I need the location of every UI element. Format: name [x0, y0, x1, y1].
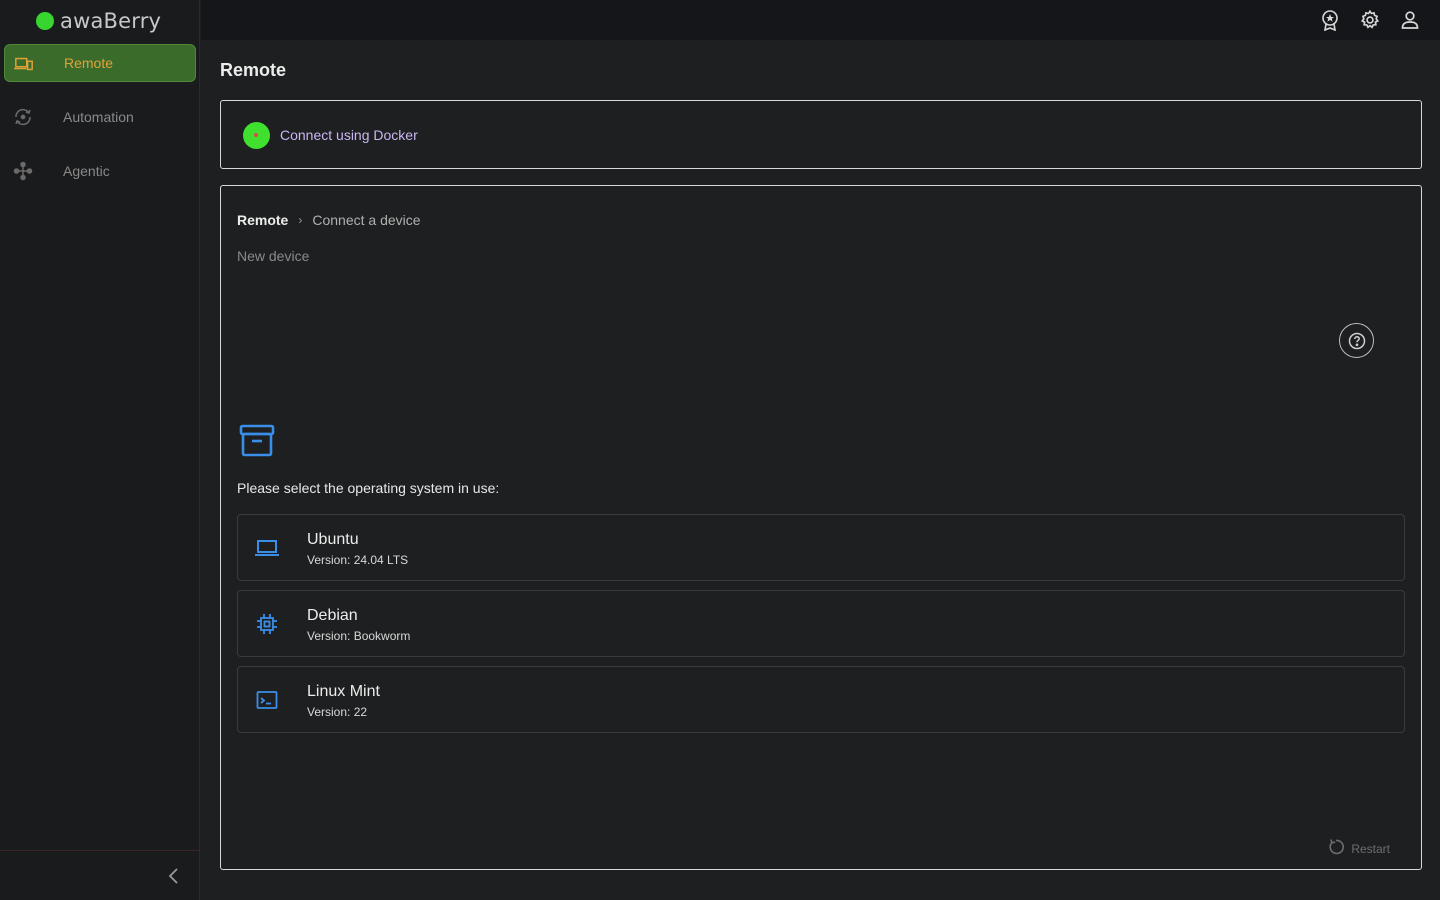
breadcrumb: Remote › Connect a device: [237, 212, 421, 228]
sidebar-item-label: Automation: [63, 109, 134, 125]
breadcrumb-root[interactable]: Remote: [237, 212, 288, 228]
agentic-icon: [13, 161, 33, 181]
archive-icon: [239, 423, 275, 459]
os-prompt: Please select the operating system in us…: [237, 480, 500, 496]
chip-icon: [254, 611, 280, 637]
connect-device-wizard: Remote › Connect a device New device Ple…: [220, 185, 1422, 870]
restart-button[interactable]: Restart: [1327, 838, 1390, 859]
sidebar-footer: [0, 850, 199, 900]
top-bar: [201, 0, 1440, 40]
os-option-debian[interactable]: Debian Version: Bookworm: [237, 590, 1405, 657]
connect-docker-label: Connect using Docker: [280, 127, 418, 143]
sidebar-item-remote[interactable]: Remote: [4, 44, 196, 82]
restart-icon: [1327, 838, 1345, 859]
sidebar-item-label: Agentic: [63, 163, 110, 179]
os-option-ubuntu[interactable]: Ubuntu Version: 24.04 LTS: [237, 514, 1405, 581]
app-logo[interactable]: awaBerry: [0, 0, 199, 42]
wizard-subtitle: New device: [237, 248, 310, 264]
automation-icon: [13, 107, 33, 127]
docker-status-icon: [243, 122, 270, 149]
award-icon[interactable]: [1319, 9, 1341, 31]
breadcrumb-current: Connect a device: [312, 212, 421, 228]
chevron-right-icon: ›: [298, 213, 303, 227]
os-name: Linux Mint: [307, 683, 380, 700]
help-icon[interactable]: [1339, 323, 1374, 358]
terminal-icon: [254, 687, 280, 713]
logo-dot-icon: [36, 12, 54, 30]
sidebar-item-agentic[interactable]: Agentic: [4, 152, 196, 190]
os-option-linux-mint[interactable]: Linux Mint Version: 22: [237, 666, 1405, 733]
os-version: Version: Bookworm: [307, 629, 411, 643]
sidebar: awaBerry Remote Automation Agentic: [0, 0, 200, 900]
sidebar-item-automation[interactable]: Automation: [4, 98, 196, 136]
os-name: Ubuntu: [307, 531, 359, 548]
os-version: Version: 24.04 LTS: [307, 553, 409, 567]
restart-label: Restart: [1351, 841, 1390, 856]
sidebar-item-label: Remote: [64, 55, 114, 71]
gear-icon[interactable]: [1359, 9, 1381, 31]
user-icon[interactable]: [1399, 9, 1421, 31]
os-name: Debian: [307, 607, 358, 624]
chevron-left-icon[interactable]: [163, 865, 185, 887]
os-version: Version: 22: [307, 705, 368, 719]
page-title: Remote: [220, 60, 287, 80]
laptop-icon: [254, 535, 280, 561]
devices-icon: [14, 54, 34, 74]
connect-docker-card[interactable]: Connect using Docker: [220, 100, 1422, 169]
app-name: awaBerry: [60, 9, 162, 33]
